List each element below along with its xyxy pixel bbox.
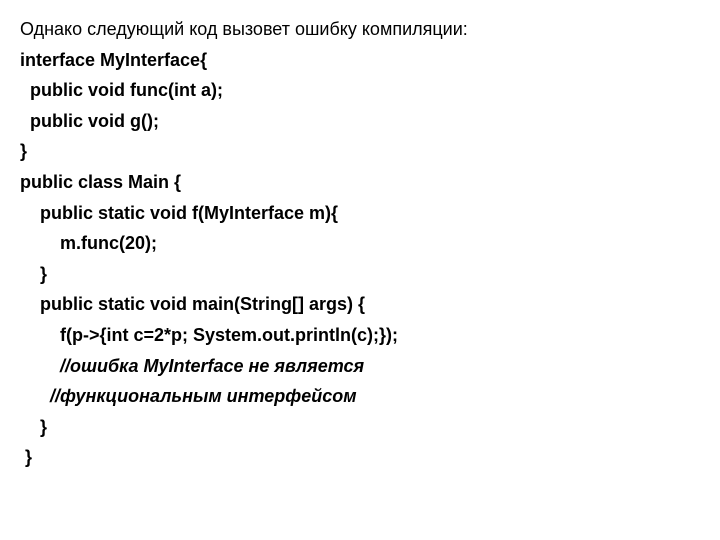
code-line: } <box>20 136 700 167</box>
code-line: public void func(int a); <box>20 75 700 106</box>
code-comment: //функциональным интерфейсом <box>20 381 700 412</box>
code-line: } <box>20 259 700 290</box>
code-line: public static void f(MyInterface m){ <box>20 198 700 229</box>
code-line: public static void main(String[] args) { <box>20 289 700 320</box>
code-comment: //ошибка MyInterface не является <box>20 351 700 382</box>
code-line: } <box>20 442 700 473</box>
code-line: interface MyInterface{ <box>20 45 700 76</box>
code-line: m.func(20); <box>20 228 700 259</box>
code-line: f(p->{int c=2*p; System.out.println(c);}… <box>20 320 700 351</box>
code-line: public class Main { <box>20 167 700 198</box>
code-line: } <box>20 412 700 443</box>
intro-text: Однако следующий код вызовет ошибку комп… <box>20 14 700 45</box>
code-line: public void g(); <box>20 106 700 137</box>
